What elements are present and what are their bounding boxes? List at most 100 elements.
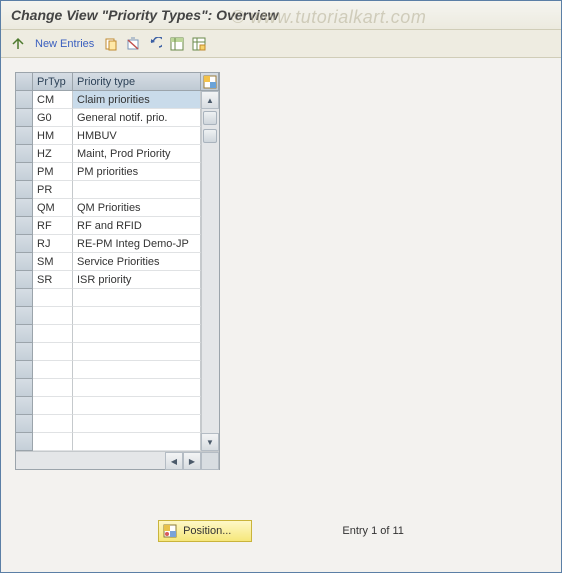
cell-priority-type[interactable] bbox=[73, 343, 201, 361]
row-selector[interactable] bbox=[16, 397, 33, 415]
table-row[interactable] bbox=[16, 343, 201, 361]
row-selector[interactable] bbox=[16, 343, 33, 361]
row-selector[interactable] bbox=[16, 325, 33, 343]
cell-prtyp[interactable] bbox=[33, 343, 73, 361]
table-row[interactable]: SRISR priority bbox=[16, 271, 201, 289]
toggle-expand-icon[interactable] bbox=[9, 35, 27, 53]
row-selector[interactable] bbox=[16, 289, 33, 307]
cell-prtyp[interactable]: RJ bbox=[33, 235, 73, 253]
col-header-priority-type[interactable]: Priority type bbox=[73, 73, 201, 91]
cell-prtyp[interactable]: PR bbox=[33, 181, 73, 199]
row-selector[interactable] bbox=[16, 415, 33, 433]
cell-prtyp[interactable]: HZ bbox=[33, 145, 73, 163]
cell-prtyp[interactable] bbox=[33, 397, 73, 415]
position-button[interactable]: Position... bbox=[158, 520, 252, 542]
cell-prtyp[interactable] bbox=[33, 325, 73, 343]
cell-priority-type[interactable]: RF and RFID bbox=[73, 217, 201, 235]
row-selector[interactable] bbox=[16, 307, 33, 325]
horizontal-scrollbar[interactable]: ◀ ▶ bbox=[16, 451, 219, 469]
cell-prtyp[interactable] bbox=[33, 361, 73, 379]
scroll-thumb-2[interactable] bbox=[203, 129, 217, 143]
cell-prtyp[interactable]: SR bbox=[33, 271, 73, 289]
cell-priority-type[interactable]: Maint, Prod Priority bbox=[73, 145, 201, 163]
table-settings-icon[interactable] bbox=[201, 73, 219, 91]
table-row[interactable]: PMPM priorities bbox=[16, 163, 201, 181]
scroll-track[interactable] bbox=[201, 109, 219, 433]
scroll-down-button[interactable]: ▼ bbox=[201, 433, 219, 451]
cell-priority-type[interactable]: RE-PM Integ Demo-JP bbox=[73, 235, 201, 253]
row-selector[interactable] bbox=[16, 253, 33, 271]
table-row[interactable] bbox=[16, 307, 201, 325]
cell-prtyp[interactable]: G0 bbox=[33, 109, 73, 127]
table-row[interactable]: CMClaim priorities bbox=[16, 91, 201, 109]
cell-priority-type[interactable] bbox=[73, 397, 201, 415]
cell-prtyp[interactable]: PM bbox=[33, 163, 73, 181]
scroll-left-button[interactable]: ◀ bbox=[165, 452, 183, 470]
row-selector[interactable] bbox=[16, 271, 33, 289]
table-row[interactable]: RJRE-PM Integ Demo-JP bbox=[16, 235, 201, 253]
cell-prtyp[interactable] bbox=[33, 415, 73, 433]
new-entries-button[interactable]: New Entries bbox=[31, 35, 98, 53]
cell-prtyp[interactable]: RF bbox=[33, 217, 73, 235]
cell-prtyp[interactable] bbox=[33, 379, 73, 397]
cell-priority-type[interactable]: ISR priority bbox=[73, 271, 201, 289]
cell-priority-type[interactable]: PM priorities bbox=[73, 163, 201, 181]
cell-prtyp[interactable] bbox=[33, 289, 73, 307]
cell-prtyp[interactable]: SM bbox=[33, 253, 73, 271]
table-row[interactable] bbox=[16, 415, 201, 433]
row-selector[interactable] bbox=[16, 433, 33, 451]
vertical-scrollbar[interactable]: ▲ ▼ bbox=[201, 73, 219, 451]
row-selector[interactable] bbox=[16, 127, 33, 145]
cell-priority-type[interactable] bbox=[73, 361, 201, 379]
deselect-all-icon[interactable] bbox=[190, 35, 208, 53]
delete-icon[interactable] bbox=[124, 35, 142, 53]
table-row[interactable]: HMHMBUV bbox=[16, 127, 201, 145]
table-row[interactable] bbox=[16, 433, 201, 451]
table-row[interactable]: QMQM Priorities bbox=[16, 199, 201, 217]
cell-prtyp[interactable]: CM bbox=[33, 91, 73, 109]
row-selector[interactable] bbox=[16, 217, 33, 235]
row-selector[interactable] bbox=[16, 91, 33, 109]
cell-prtyp[interactable]: HM bbox=[33, 127, 73, 145]
cell-priority-type[interactable]: HMBUV bbox=[73, 127, 201, 145]
row-selector[interactable] bbox=[16, 163, 33, 181]
select-all-column[interactable] bbox=[16, 73, 33, 91]
row-selector[interactable] bbox=[16, 181, 33, 199]
cell-priority-type[interactable] bbox=[73, 379, 201, 397]
cell-prtyp[interactable] bbox=[33, 307, 73, 325]
row-selector[interactable] bbox=[16, 199, 33, 217]
row-selector[interactable] bbox=[16, 145, 33, 163]
scroll-right-button[interactable]: ▶ bbox=[183, 452, 201, 470]
cell-priority-type[interactable] bbox=[73, 415, 201, 433]
cell-priority-type[interactable] bbox=[73, 289, 201, 307]
cell-priority-type[interactable]: Service Priorities bbox=[73, 253, 201, 271]
cell-prtyp[interactable]: QM bbox=[33, 199, 73, 217]
row-selector[interactable] bbox=[16, 379, 33, 397]
cell-priority-type[interactable]: QM Priorities bbox=[73, 199, 201, 217]
cell-priority-type[interactable] bbox=[73, 181, 201, 199]
copy-icon[interactable] bbox=[102, 35, 120, 53]
table-row[interactable] bbox=[16, 361, 201, 379]
row-selector[interactable] bbox=[16, 109, 33, 127]
scroll-up-button[interactable]: ▲ bbox=[201, 91, 219, 109]
scroll-thumb-top[interactable] bbox=[203, 111, 217, 125]
cell-prtyp[interactable] bbox=[33, 433, 73, 451]
cell-priority-type[interactable] bbox=[73, 325, 201, 343]
table-row[interactable] bbox=[16, 379, 201, 397]
table-row[interactable] bbox=[16, 397, 201, 415]
table-row[interactable] bbox=[16, 289, 201, 307]
table-row[interactable]: HZMaint, Prod Priority bbox=[16, 145, 201, 163]
table-row[interactable]: RFRF and RFID bbox=[16, 217, 201, 235]
undo-icon[interactable] bbox=[146, 35, 164, 53]
select-all-icon[interactable] bbox=[168, 35, 186, 53]
cell-priority-type[interactable]: General notif. prio. bbox=[73, 109, 201, 127]
table-row[interactable]: G0General notif. prio. bbox=[16, 109, 201, 127]
cell-priority-type[interactable]: Claim priorities bbox=[73, 91, 201, 109]
table-row[interactable] bbox=[16, 325, 201, 343]
table-row[interactable]: SMService Priorities bbox=[16, 253, 201, 271]
row-selector[interactable] bbox=[16, 235, 33, 253]
cell-priority-type[interactable] bbox=[73, 433, 201, 451]
cell-priority-type[interactable] bbox=[73, 307, 201, 325]
table-row[interactable]: PR bbox=[16, 181, 201, 199]
row-selector[interactable] bbox=[16, 361, 33, 379]
